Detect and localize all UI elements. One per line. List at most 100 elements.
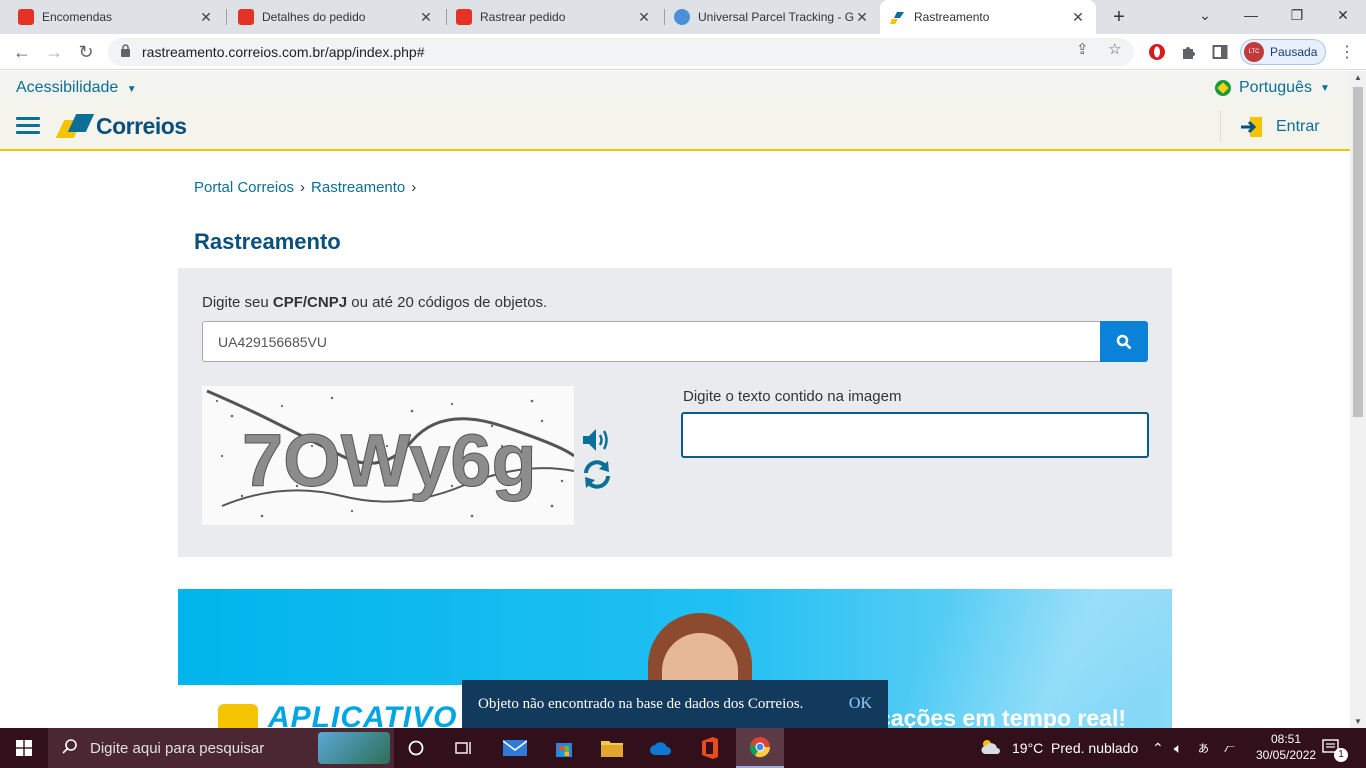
chevron-down-icon: ▼ [126,84,137,95]
windows-start-icon[interactable] [0,728,48,768]
breadcrumb-portal[interactable]: Portal Correios [194,179,294,196]
taskbar-search-placeholder: Digite aqui para pesquisar [90,739,265,757]
input-method-icon[interactable]: あ [1198,728,1209,768]
snackbar-message: Objeto não encontrado na base de dados d… [478,695,804,712]
minimize-icon[interactable]: — [1228,0,1274,30]
brazil-flag-icon [1215,80,1231,96]
scroll-thumb[interactable] [1353,87,1363,417]
tab-detalhes[interactable]: Detalhes do pedido ✕ [228,0,444,34]
task-view-icon[interactable] [440,728,488,768]
tab-rastreamento[interactable]: Rastreamento ✕ [880,0,1096,34]
lock-icon [120,44,134,60]
language-label: Português [1239,79,1312,96]
close-tab-icon[interactable]: ✕ [636,9,652,26]
share-icon[interactable]: ⇪ [1076,40,1089,58]
breadcrumb-chevron-icon: › [411,179,417,196]
profile-button[interactable]: LTC Pausada [1240,39,1326,65]
captcha-audio-icon[interactable] [581,426,613,454]
globe-icon [674,9,690,25]
login-arrow-icon [1240,116,1264,138]
breadcrumb-chevron-icon: › [300,179,306,196]
side-panel-icon[interactable] [1209,41,1231,63]
cortana-icon[interactable] [392,728,440,768]
bookmark-star-icon[interactable]: ☆ [1108,40,1121,58]
banner-app-text: APLICATIVO [268,701,458,728]
tab-rastrear[interactable]: Rastrear pedido ✕ [446,0,662,34]
tab-encomendas[interactable]: Encomendas ✕ [8,0,224,34]
weather-widget[interactable]: 19°C Pred. nublado [980,728,1138,768]
login-button[interactable]: Entrar [1240,116,1320,138]
tracking-prompt: Digite seu CPF/CNPJ ou até 20 códigos de… [202,294,547,311]
reload-icon[interactable]: ↻ [74,40,98,64]
page-viewport: Acessibilidade ▼ Português ▼ Correios En… [0,71,1350,728]
show-hidden-icons-icon[interactable]: ⌃ [1152,728,1164,768]
url-text: rastreamento.correios.com.br/app/index.p… [142,44,425,60]
tracking-code-input[interactable] [202,321,1100,362]
search-highlight-image [318,732,390,764]
aliexpress-icon [238,9,254,25]
breadcrumb: Portal Correios › Rastreamento › [194,179,416,196]
volume-icon[interactable]: 🔈︎ [1174,728,1182,768]
tab-title: Detalhes do pedido [262,10,366,24]
new-tab-button[interactable]: + [1104,0,1134,34]
forward-icon[interactable]: → [42,40,66,64]
language-selector[interactable]: Português ▼ [1215,79,1330,97]
accessibility-menu[interactable]: Acessibilidade ▼ [16,79,137,97]
chevron-down-icon: ▼ [1319,82,1330,94]
scroll-up-icon[interactable]: ▲ [1350,73,1366,82]
weather-text: 19°C Pred. nublado [1012,740,1139,756]
hamburger-menu-icon[interactable] [16,117,40,135]
aliexpress-icon [18,9,34,25]
captcha-label: Digite o texto contido na imagem [683,388,902,405]
clock-time: 08:51 [1270,732,1302,746]
brand-name: Correios [96,112,187,139]
menu-kebab-icon[interactable]: ⋮ [1336,41,1358,63]
page-scrollbar[interactable]: ▲ ▼ [1350,71,1366,728]
site-header: Correios Entrar [0,103,1350,151]
restore-icon[interactable]: ❐ [1274,0,1320,30]
close-tab-icon[interactable]: ✕ [854,9,870,26]
captcha-input[interactable] [681,412,1149,458]
office-icon[interactable] [686,728,734,768]
close-tab-icon[interactable]: ✕ [418,9,434,26]
aliexpress-icon [456,9,472,25]
accessibility-bar: Acessibilidade ▼ Português ▼ [0,71,1350,103]
captcha-image: 7OWy6g [202,386,574,525]
taskbar: Digite aqui para pesquisar 19°C Pred. nu… [0,728,1366,768]
captcha-refresh-icon[interactable] [581,458,613,490]
opera-extension-icon[interactable] [1146,41,1168,63]
notification-center-icon[interactable]: 1 [1322,728,1348,768]
breadcrumb-rastreamento[interactable]: Rastreamento [311,179,405,196]
tab-title: Universal Parcel Tracking - G [698,10,854,24]
scroll-down-icon[interactable]: ▼ [1350,717,1366,726]
login-label: Entrar [1276,118,1320,135]
tab-search-icon[interactable]: ⌄ [1182,0,1228,30]
onedrive-icon[interactable] [637,728,685,768]
address-bar[interactable]: rastreamento.correios.com.br/app/index.p… [108,38,1134,66]
cloud-icon [980,739,1002,758]
microsoft-store-icon[interactable] [540,728,588,768]
tracking-form: Digite seu CPF/CNPJ ou até 20 códigos de… [178,268,1172,557]
close-window-icon[interactable]: ✕ [1320,0,1366,30]
close-tab-icon[interactable]: ✕ [1070,9,1086,26]
taskbar-search[interactable]: Digite aqui para pesquisar [48,728,394,768]
avatar: LTC [1244,42,1264,62]
tab-title: Encomendas [42,10,113,24]
tab-universal-parcel[interactable]: Universal Parcel Tracking - G ✕ [664,0,880,34]
system-clock[interactable]: 08:51 30/05/2022 [1256,731,1316,763]
mail-icon[interactable] [491,728,539,768]
search-button[interactable] [1100,321,1148,362]
search-icon [62,738,78,759]
close-tab-icon[interactable]: ✕ [198,9,214,26]
app-phone-icon [218,704,258,728]
chrome-taskbar-icon[interactable] [736,728,784,768]
correios-logo[interactable]: Correios [55,112,187,140]
notification-count-badge: 1 [1334,748,1348,762]
file-explorer-icon[interactable] [588,728,636,768]
snackbar-ok-button[interactable]: OK [849,695,872,713]
banner-tagline: cações em tempo real! [878,705,1127,728]
extensions-puzzle-icon[interactable] [1178,41,1200,63]
back-icon[interactable]: ← [10,40,34,64]
clock-date: 30/05/2022 [1256,748,1317,762]
network-icon[interactable]: ⦧ [1224,728,1235,768]
